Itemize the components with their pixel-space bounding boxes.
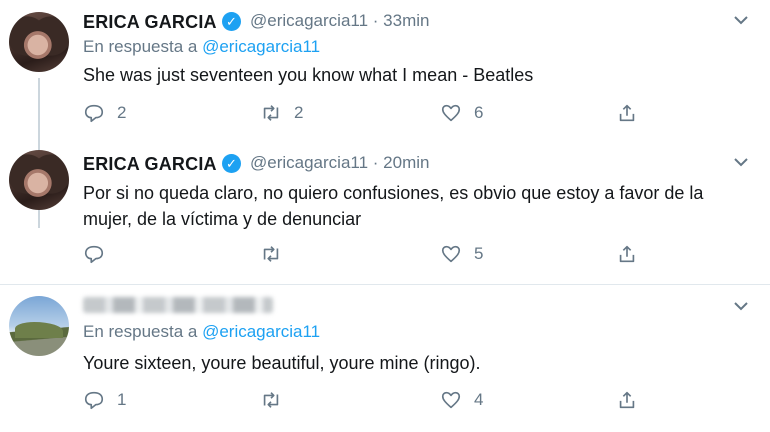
share-icon [619,104,635,122]
share-icon [619,245,635,263]
reply-mention-link[interactable]: @ericagarcia11 [202,322,320,341]
chevron-down-icon[interactable] [733,14,749,26]
retweet-button[interactable]: 2 [260,101,303,125]
retweet-button[interactable] [260,242,294,266]
avatar[interactable] [9,296,69,356]
like-button[interactable]: 6 [440,101,483,125]
chevron-down-icon[interactable] [733,300,749,312]
verified-badge-icon: ✓ [222,154,241,173]
chevron-down-icon[interactable] [733,156,749,168]
like-count: 4 [474,390,484,409]
reply-context: En respuesta a @ericagarcia11 [83,37,320,57]
retweet-count: 2 [294,103,304,122]
blurred-display-name [83,297,273,313]
like-count: 5 [474,244,484,263]
share-button[interactable] [616,242,638,266]
retweet-button[interactable] [260,388,294,412]
reply-icon [84,391,104,410]
handle-time[interactable]: @ericagarcia11 · 33min [250,11,429,31]
reply-context: En respuesta a @ericagarcia11 [83,322,320,342]
share-button[interactable] [616,388,638,412]
tweet-text: Youre sixteen, youre beautiful, youre mi… [83,353,481,373]
reply-count: 2 [117,103,127,122]
retweet-icon [263,246,279,262]
verified-badge-icon: ✓ [222,12,241,31]
share-button[interactable] [616,101,638,125]
tweet-1[interactable]: ERICA GARCIA ✓ @ericagarcia11 · 33min En… [0,0,770,142]
like-icon [441,391,461,409]
avatar[interactable] [9,12,69,72]
reply-icon [84,104,104,123]
like-button[interactable]: 5 [440,242,483,266]
tweet-text: Por si no queda claro, no quiero confusi… [83,183,704,229]
like-icon [441,104,461,122]
reply-mention-link[interactable]: @ericagarcia11 [202,37,320,56]
reply-icon [84,245,104,264]
reply-button[interactable]: 2 [83,101,126,125]
retweet-icon [263,392,279,408]
reply-prefix: En respuesta a [83,322,203,341]
reply-button[interactable]: 1 [83,388,126,412]
display-name[interactable]: ERICA GARCIA [83,154,217,175]
tweet-2[interactable]: ERICA GARCIA ✓ @ericagarcia11 · 20min Po… [0,142,770,285]
like-button[interactable]: 4 [440,388,483,412]
display-name[interactable]: ERICA GARCIA [83,12,217,33]
reply-prefix: En respuesta a [83,37,203,56]
avatar[interactable] [9,150,69,210]
handle-time[interactable]: @ericagarcia11 · 20min [250,153,429,173]
like-icon [441,245,461,263]
reply-button[interactable] [83,242,117,266]
tweet-text: She was just seventeen you know what I m… [83,65,534,85]
like-count: 6 [474,103,484,122]
share-icon [619,391,635,409]
retweet-icon [263,105,279,121]
reply-count: 1 [117,390,127,409]
